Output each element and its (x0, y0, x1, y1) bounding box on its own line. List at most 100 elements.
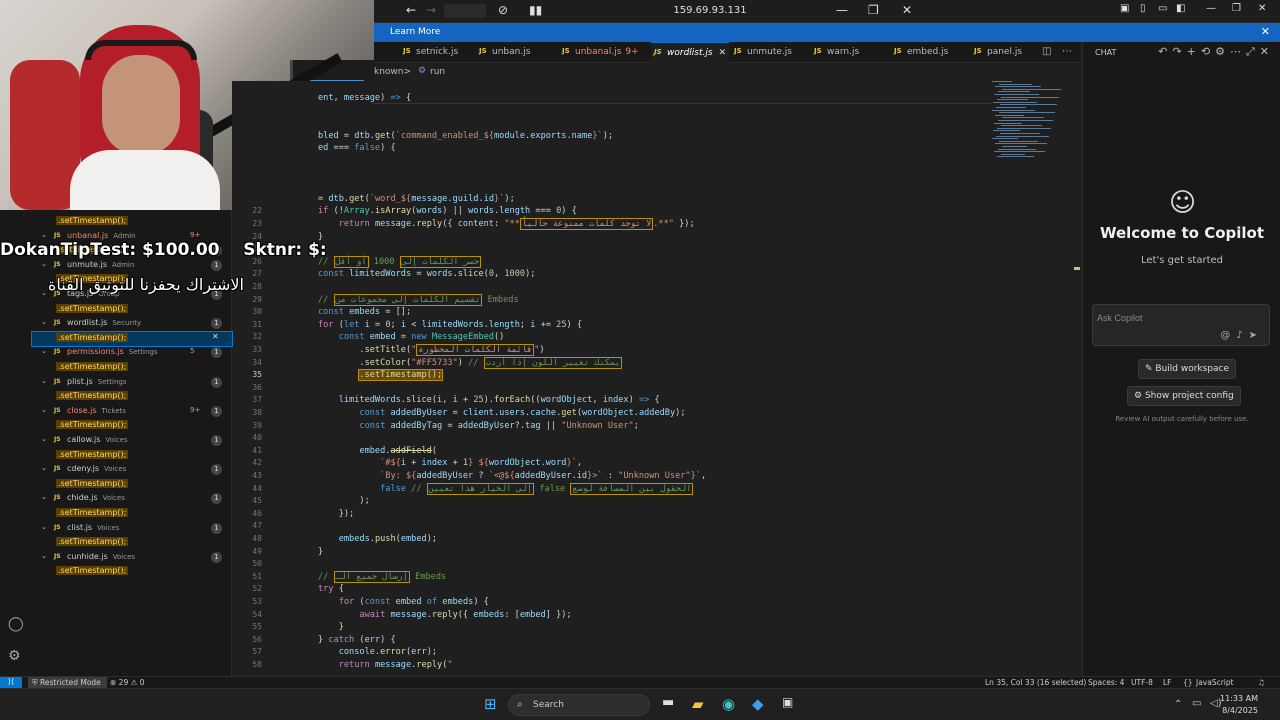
layout-icon[interactable]: ▣ (1120, 3, 1129, 14)
tab-panel[interactable]: JS panel.js (971, 42, 1041, 63)
tab-close-icon[interactable]: ✕ (719, 48, 727, 58)
result-match[interactable]: .setTimestamp(); (32, 361, 232, 375)
vscode-icon[interactable]: ◆ (752, 695, 764, 713)
history-icon[interactable]: ⟲ (1201, 45, 1215, 58)
edge-icon[interactable]: ◉ (722, 695, 735, 713)
chevron-up-icon[interactable]: ⌃ (1174, 699, 1182, 710)
chevron-down-icon[interactable]: ⌄ (41, 318, 47, 326)
gear-icon[interactable]: ⚙ (1215, 45, 1230, 58)
more-actions-icon[interactable]: ⋯ (1062, 46, 1072, 57)
chevron-down-icon[interactable]: ⌄ (41, 493, 47, 501)
tab-embed[interactable]: JS embed.js (891, 42, 971, 63)
result-file[interactable]: ⌄ JS wordlist.js Security 1 (32, 317, 232, 331)
more-icon[interactable]: ⋯ (1230, 45, 1246, 58)
breadcrumb-item-run[interactable]: run (430, 67, 445, 77)
split-editor-icon[interactable]: ◫ (1042, 46, 1051, 57)
chevron-down-icon[interactable]: ⌄ (41, 406, 47, 414)
result-file[interactable]: ⌄ JS clist.js Voices 1 (32, 522, 232, 536)
windows-start-icon[interactable]: ⊞ (484, 695, 497, 713)
maximize-icon[interactable]: ⤢ (1246, 45, 1260, 58)
banner-close-icon[interactable]: ✕ (1261, 25, 1270, 38)
chevron-down-icon[interactable]: ⌄ (41, 347, 47, 355)
result-file[interactable]: ⌄ JS plist.js Settings 1 (32, 376, 232, 390)
panel-bottom-icon[interactable]: ▭ (1158, 3, 1167, 14)
restore-icon[interactable]: ❐ (868, 3, 879, 17)
result-file[interactable]: ⌄ JS cdeny.js Voices 1 (32, 463, 232, 477)
forward-arrow-icon[interactable]: → (426, 3, 436, 17)
tab-warn[interactable]: JS warn.js (811, 42, 891, 63)
redo-icon[interactable]: ↷ (1172, 45, 1186, 58)
file-name: callow.js (67, 435, 101, 444)
encoding[interactable]: UTF-8 (1131, 678, 1153, 687)
undo-icon[interactable]: ↶ (1158, 45, 1172, 58)
result-file[interactable]: ⌄ JS unmute.js Admin 1 (32, 259, 232, 273)
gear-icon[interactable]: ⚙ (8, 648, 21, 664)
tab-wordlist[interactable]: JS wordlist.js ✕ (651, 42, 729, 63)
chevron-down-icon[interactable]: ⌄ (41, 552, 47, 560)
learn-more-link[interactable]: Learn More (390, 27, 440, 37)
result-match[interactable]: .setTimestamp(); (32, 449, 232, 463)
result-match[interactable]: .setTimestamp(); (32, 303, 232, 317)
close-icon[interactable]: ✕ (902, 3, 912, 17)
result-file[interactable]: ⌄ JS cunhide.js Voices 1 (32, 551, 232, 565)
ask-copilot-input[interactable] (1097, 311, 1257, 325)
result-file[interactable]: ⌄ JS callow.js Voices 1 (32, 434, 232, 448)
wifi-off-icon[interactable]: ⊘ (498, 3, 508, 17)
window-minimize-icon[interactable]: — (1206, 3, 1216, 14)
chevron-down-icon[interactable]: ⌄ (41, 464, 47, 472)
result-match[interactable]: .setTimestamp(); (32, 478, 232, 492)
chevron-down-icon[interactable]: ⌄ (41, 260, 47, 268)
code-editor[interactable]: 22 23 24 25 26 27 28 29 30 31 32 33 34 35 36 37 38 39 40 41… (232, 81, 1080, 676)
tab-setnick[interactable]: JS setnick.js (400, 42, 476, 63)
tab-unban[interactable]: JS unban.js (476, 42, 554, 63)
braces-icon[interactable]: {} (1183, 678, 1193, 687)
back-arrow-icon[interactable]: ← (406, 3, 416, 17)
code-line: ed === false) { (318, 143, 396, 154)
tab-unmute[interactable]: JS unmute.js (731, 42, 811, 63)
line-ending[interactable]: LF (1163, 678, 1172, 687)
result-match[interactable]: .setTimestamp(); (32, 507, 232, 521)
cursor-position[interactable]: Ln 35, Col 33 (16 selected) (985, 678, 1086, 687)
file-explorer-icon[interactable]: ▰ (692, 695, 704, 713)
window-close-icon[interactable]: ✕ (1258, 3, 1266, 14)
result-match[interactable]: .setTimestamp(); (32, 390, 232, 404)
chevron-down-icon[interactable]: ⌄ (41, 435, 47, 443)
dismiss-icon[interactable]: ✕ (212, 332, 219, 341)
close-icon[interactable]: ✕ (1260, 45, 1274, 58)
language-mode[interactable]: JavaScript (1196, 678, 1234, 687)
result-file[interactable]: ⌄ JS permissions.js Settings 5 1 (32, 346, 232, 360)
result-file[interactable]: ⌄ JS close.js Tickets 9+ 1 (32, 405, 232, 419)
indentation[interactable]: Spaces: 4 (1088, 678, 1124, 687)
send-icon[interactable]: ➤ (1249, 330, 1263, 341)
result-match[interactable]: .setTimestamp(); (32, 536, 232, 550)
result-match[interactable]: .setTimestamp(); (32, 215, 232, 229)
account-icon[interactable]: ◯ (8, 616, 24, 632)
result-file[interactable]: ⌄ JS chide.js Voices 1 (32, 492, 232, 506)
chevron-down-icon[interactable]: ⌄ (41, 377, 47, 385)
panel-right-icon[interactable]: ◧ (1176, 3, 1185, 14)
network-icon[interactable]: ▭ (1192, 698, 1201, 709)
panel-icon[interactable]: ▯ (1140, 3, 1146, 14)
address-box[interactable] (444, 4, 486, 18)
window-restore-icon[interactable]: ❐ (1232, 3, 1241, 14)
chevron-down-icon[interactable]: ⌄ (41, 523, 47, 531)
tab-unbanal[interactable]: JS unbanal.js 9+ (559, 42, 643, 63)
clock[interactable]: 11:33 AM 8/4/2025 (1220, 693, 1258, 717)
plus-icon[interactable]: + (1187, 45, 1201, 58)
result-match[interactable]: .setTimestamp(); ✕ (31, 330, 233, 347)
show-project-config-button[interactable]: ⚙ Show project config (1127, 386, 1241, 406)
chevron-down-icon[interactable]: ⌄ (41, 231, 47, 239)
mention-icon[interactable]: @ (1220, 330, 1236, 341)
terminal-icon[interactable]: ▣ (782, 695, 793, 709)
taskbar-search[interactable]: ⌕ Search (508, 694, 650, 716)
minimize-icon[interactable]: — (836, 3, 848, 17)
breadcrumb-item[interactable]: known> (374, 67, 411, 77)
problems-indicator[interactable]: ⊗ 29 ⚠ 0 (110, 678, 144, 687)
mic-icon[interactable]: ♪ (1236, 330, 1248, 341)
result-match[interactable]: .setTimestamp(); (32, 565, 232, 579)
result-match[interactable]: .setTimestamp(); (32, 419, 232, 433)
bell-icon[interactable]: ♫ (1258, 678, 1265, 687)
task-view-icon[interactable]: ▬ (662, 695, 674, 710)
minimap[interactable] (992, 81, 1072, 161)
build-workspace-button[interactable]: ✎ Build workspace (1138, 359, 1237, 379)
